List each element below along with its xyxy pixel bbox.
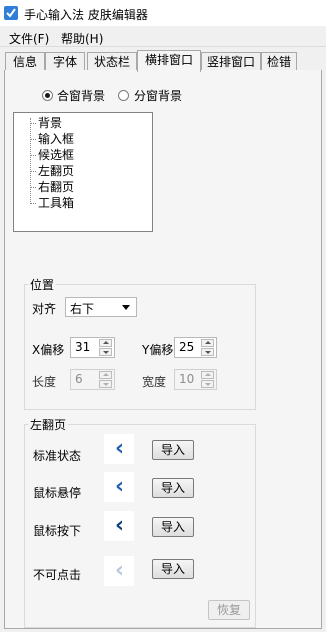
state-preview-pressed: ‹ <box>104 511 134 541</box>
length-spin-buttons <box>99 371 112 388</box>
menu-help[interactable]: 帮助(H) <box>61 30 103 47</box>
radio-combined-bg[interactable] <box>42 90 53 101</box>
y-offset-spin-buttons[interactable] <box>201 339 214 356</box>
tree-tick <box>30 123 36 124</box>
tree-tick <box>30 187 36 188</box>
tree-item-input-box[interactable]: 输入框 <box>38 131 74 147</box>
left-arrow-icon: ‹ <box>115 513 125 538</box>
spin-down-icon <box>99 380 112 388</box>
tab-info[interactable]: 信息 <box>5 52 45 71</box>
menu-file[interactable]: 文件(F) <box>9 30 49 47</box>
x-offset-spin-buttons[interactable] <box>99 339 112 356</box>
radio-split-bg[interactable] <box>118 90 129 101</box>
y-offset-value: 25 <box>179 340 195 354</box>
import-button-disabled[interactable]: 导入 <box>152 559 194 579</box>
left-arrow-icon: ‹ <box>115 558 125 583</box>
import-button-pressed[interactable]: 导入 <box>152 517 194 537</box>
state-preview-normal: ‹ <box>104 434 134 464</box>
x-offset-stepper[interactable]: 31 <box>70 337 115 358</box>
radio-split-label: 分窗背景 <box>134 89 183 103</box>
width-value: 10 <box>179 372 195 386</box>
spin-up-icon[interactable] <box>201 339 214 347</box>
tree-tick <box>30 203 36 204</box>
length-value: 6 <box>75 372 83 386</box>
tab-horizontal-window[interactable]: 横排窗口 <box>137 50 201 72</box>
tree-tick <box>30 139 36 140</box>
restore-button[interactable]: 恢复 <box>208 600 250 620</box>
state-preview-hover: ‹ <box>104 472 134 502</box>
y-offset-label: Y偏移 <box>142 343 174 357</box>
radio-combined-label: 合窗背景 <box>57 89 106 103</box>
x-offset-value: 31 <box>75 340 91 354</box>
length-label: 长度 <box>32 375 57 389</box>
state-label-hover: 鼠标悬停 <box>33 486 82 500</box>
tree-tick <box>30 155 36 156</box>
spin-down-icon[interactable] <box>99 348 112 356</box>
spin-up-icon[interactable] <box>99 339 112 347</box>
align-label: 对齐 <box>32 302 57 316</box>
left-arrow-icon: ‹ <box>115 474 125 499</box>
left-page-group-title: 左翻页 <box>28 416 69 433</box>
state-label-disabled: 不可点击 <box>33 568 82 582</box>
tab-font[interactable]: 字体 <box>45 52 85 71</box>
chevron-down-icon <box>122 305 130 310</box>
tree-item-left-page[interactable]: 左翻页 <box>38 163 74 179</box>
spin-up-icon <box>99 371 112 379</box>
width-spin-buttons <box>201 371 214 388</box>
x-offset-label: X偏移 <box>32 343 65 357</box>
window-title: 手心输入法 皮肤编辑器 <box>24 8 148 22</box>
tree-item-right-page[interactable]: 右翻页 <box>38 179 74 195</box>
width-label: 宽度 <box>142 375 167 389</box>
tree-item-candidate-box[interactable]: 候选框 <box>38 147 74 163</box>
spin-down-icon[interactable] <box>201 348 214 356</box>
spin-down-icon <box>201 380 214 388</box>
tree-connector <box>30 118 32 204</box>
title-bar: 手心输入法 皮肤编辑器 <box>0 0 326 26</box>
state-label-normal: 标准状态 <box>33 449 82 463</box>
tab-vertical-window[interactable]: 竖排窗口 <box>201 52 261 71</box>
import-button-hover[interactable]: 导入 <box>152 478 194 498</box>
state-label-pressed: 鼠标按下 <box>33 524 82 538</box>
tab-check-errors[interactable]: 检错 <box>261 52 297 71</box>
state-preview-disabled: ‹ <box>104 556 134 586</box>
spin-up-icon <box>201 371 214 379</box>
length-stepper: 6 <box>70 369 115 390</box>
align-select[interactable]: 右下 <box>65 297 137 317</box>
position-group-title: 位置 <box>28 276 57 293</box>
tab-status-bar[interactable]: 状态栏 <box>87 52 137 71</box>
width-stepper: 10 <box>174 369 217 390</box>
import-button-normal[interactable]: 导入 <box>152 440 194 460</box>
left-arrow-icon: ‹ <box>115 436 125 461</box>
tree-item-background[interactable]: 背景 <box>38 115 62 131</box>
align-select-value: 右下 <box>70 302 95 316</box>
element-tree[interactable]: 背景 输入框 候选框 左翻页 右翻页 工具箱 <box>13 112 153 232</box>
menu-bar: 文件(F) 帮助(H) <box>0 28 326 47</box>
tree-tick <box>30 171 36 172</box>
y-offset-stepper[interactable]: 25 <box>174 337 217 358</box>
tree-item-toolbox[interactable]: 工具箱 <box>38 195 74 211</box>
app-icon <box>4 6 18 20</box>
